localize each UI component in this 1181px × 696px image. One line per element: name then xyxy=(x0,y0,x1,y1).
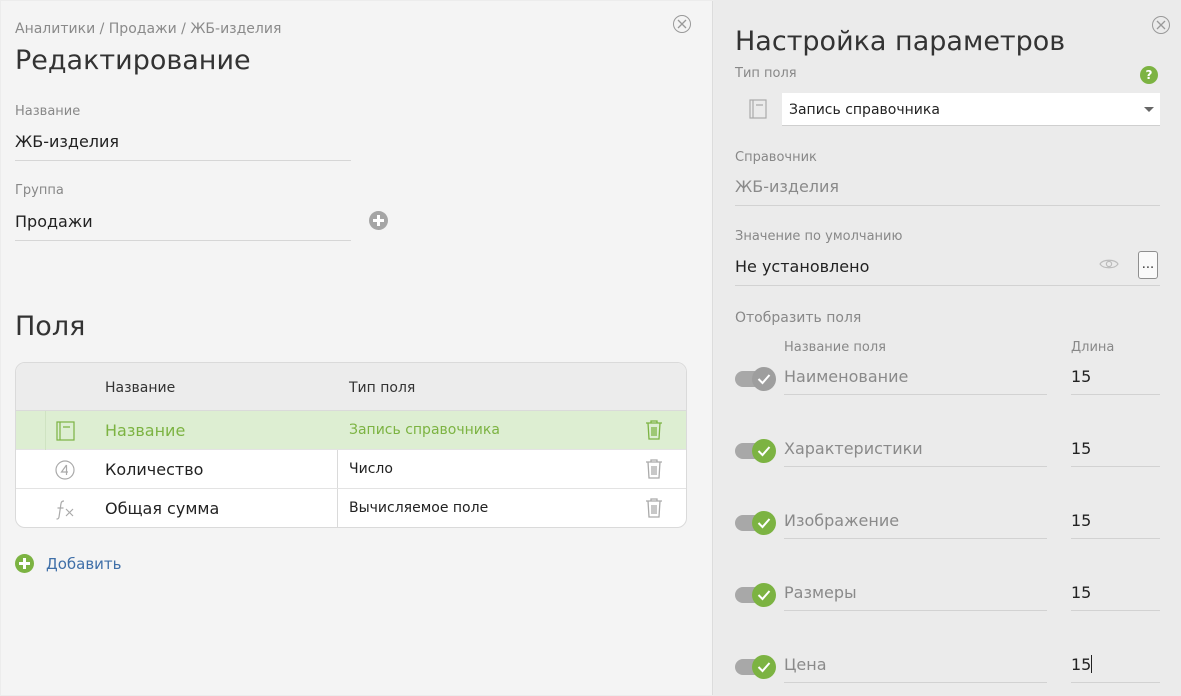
row-name: Количество xyxy=(105,460,204,479)
fields-section-title: Поля xyxy=(15,311,86,342)
display-field-row: Цена 15 xyxy=(735,649,1160,695)
row-name: Название xyxy=(105,421,186,440)
field-length-input[interactable]: 15 xyxy=(1071,511,1160,539)
field-toggle[interactable] xyxy=(735,655,776,679)
editor-panel: Аналитики / Продажи / ЖБ-изделия Редакти… xyxy=(1,1,713,695)
row-type: Число xyxy=(349,461,393,477)
add-group-icon[interactable] xyxy=(369,211,388,230)
name-label: Название xyxy=(15,104,81,119)
field-length-value: 15 xyxy=(1071,655,1092,674)
default-value-label: Значение по умолчанию xyxy=(735,229,903,244)
display-field-row: Характеристики 15 xyxy=(735,433,1160,479)
column-header-length: Длина xyxy=(1071,340,1115,355)
name-input[interactable]: ЖБ-изделия xyxy=(15,132,351,161)
reference-label: Справочник xyxy=(735,150,817,165)
row-name: Общая сумма xyxy=(105,499,220,518)
table-header: Название Тип поля xyxy=(16,363,686,411)
add-icon xyxy=(15,554,34,573)
field-toggle[interactable] xyxy=(735,511,776,535)
close-icon xyxy=(677,19,687,29)
eye-icon[interactable] xyxy=(1099,257,1119,271)
add-field-label: Добавить xyxy=(46,555,122,573)
field-name: Характеристики xyxy=(784,439,1047,467)
check-icon xyxy=(757,590,771,601)
page-title: Редактирование xyxy=(15,45,251,76)
fields-table: Название Тип поля Название Запись справо… xyxy=(15,362,687,528)
column-header-field-name: Название поля xyxy=(784,340,886,355)
field-length-input[interactable]: 15 xyxy=(1071,583,1160,611)
row-type: Запись справочника xyxy=(349,422,500,438)
table-row[interactable]: Общая сумма Вычисляемое поле xyxy=(16,489,686,527)
field-toggle[interactable] xyxy=(735,583,776,607)
group-input[interactable]: Продажи xyxy=(15,212,351,241)
check-icon xyxy=(757,374,771,385)
close-icon xyxy=(1156,20,1166,30)
settings-panel: Настройка параметров Тип поля ? Запись с… xyxy=(714,0,1181,696)
field-length-input[interactable]: 15 xyxy=(1071,655,1160,683)
text-cursor xyxy=(1091,655,1093,673)
field-name: Размеры xyxy=(784,583,1047,611)
table-row[interactable]: Количество Число xyxy=(16,450,686,489)
reference-record-icon xyxy=(56,421,75,441)
formula-icon xyxy=(56,500,74,520)
field-toggle[interactable] xyxy=(735,367,776,391)
more-button[interactable]: ... xyxy=(1138,251,1158,279)
row-type: Вычисляемое поле xyxy=(349,500,489,516)
display-field-row: Наименование 15 xyxy=(735,361,1160,407)
field-name: Изображение xyxy=(784,511,1047,539)
field-name: Цена xyxy=(784,655,1047,683)
chevron-down-icon xyxy=(1144,107,1154,112)
display-field-row: Размеры 15 xyxy=(735,577,1160,623)
reference-input[interactable]: ЖБ-изделия xyxy=(735,177,1160,206)
field-toggle[interactable] xyxy=(735,439,776,463)
close-settings-button[interactable] xyxy=(1152,16,1170,34)
field-length-input[interactable]: 15 xyxy=(1071,367,1160,395)
trash-icon[interactable] xyxy=(644,419,664,441)
field-type-select[interactable]: Запись справочника xyxy=(782,93,1160,126)
breadcrumb[interactable]: Аналитики / Продажи / ЖБ-изделия xyxy=(15,21,281,37)
row-handle xyxy=(45,411,46,450)
check-icon xyxy=(757,518,771,529)
display-field-row: Изображение 15 xyxy=(735,505,1160,551)
table-row[interactable]: Название Запись справочника xyxy=(16,411,686,450)
display-fields-label: Отобразить поля xyxy=(735,310,862,326)
trash-icon[interactable] xyxy=(644,497,664,519)
column-header-name: Название xyxy=(105,380,176,396)
field-type-value: Запись справочника xyxy=(789,102,940,118)
check-icon xyxy=(757,662,771,673)
check-icon xyxy=(757,446,771,457)
settings-title: Настройка параметров xyxy=(735,26,1066,57)
help-icon[interactable]: ? xyxy=(1140,66,1158,84)
number-icon xyxy=(55,460,75,480)
default-value-input[interactable]: Не установлено xyxy=(735,257,1160,286)
reference-record-icon xyxy=(749,99,767,119)
close-editor-button[interactable] xyxy=(673,15,691,33)
field-length-input[interactable]: 15 xyxy=(1071,439,1160,467)
trash-icon[interactable] xyxy=(644,458,664,480)
field-name: Наименование xyxy=(784,367,1047,395)
group-label: Группа xyxy=(15,183,64,198)
column-header-type: Тип поля xyxy=(349,380,416,396)
field-type-label: Тип поля xyxy=(735,66,797,81)
